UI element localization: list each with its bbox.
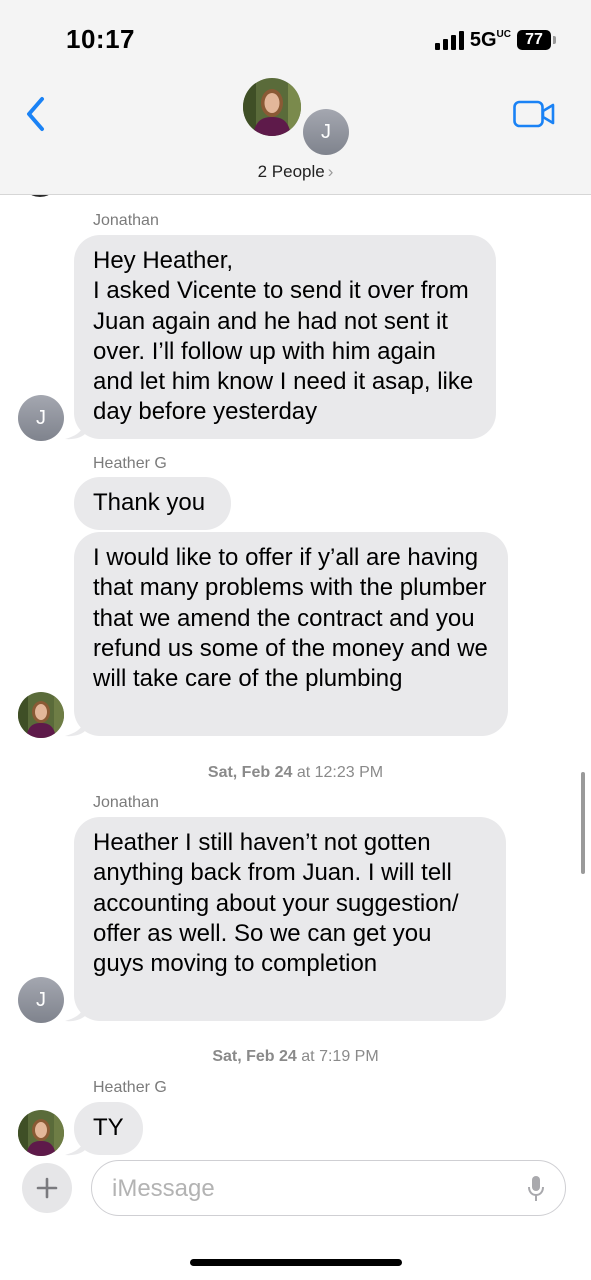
timestamp: Sat, Feb 24 at 7:19 PM — [0, 1048, 591, 1066]
message-bubble[interactable]: I would like to offer if y’all are havin… — [74, 532, 508, 736]
video-call-icon[interactable] — [513, 100, 555, 128]
timestamp-day: Sat, Feb 24 — [212, 1048, 297, 1065]
apps-plus-button[interactable] — [22, 1163, 72, 1213]
signal-icon — [434, 30, 464, 50]
avatar-heather[interactable] — [18, 692, 64, 738]
bubble-tail — [65, 1000, 87, 1022]
home-indicator — [190, 1259, 402, 1266]
avatar-heather[interactable] — [18, 1110, 64, 1156]
message-input[interactable] — [110, 1171, 514, 1207]
timestamp-day: Sat, Feb 24 — [207, 764, 293, 781]
plus-icon — [36, 1177, 58, 1199]
message-input-container — [91, 1160, 566, 1216]
heather-photo-icon — [18, 692, 64, 738]
group-avatar-heather[interactable] — [243, 78, 301, 136]
sender-name: Jonathan — [93, 794, 159, 811]
chevron-right-icon: › — [327, 162, 334, 181]
people-button[interactable]: 2 People › — [0, 162, 591, 182]
heather-photo-icon — [243, 78, 301, 136]
bubble-tail — [65, 715, 87, 737]
timestamp-time: at 7:19 PM — [301, 1048, 379, 1065]
sender-name: Jonathan — [93, 212, 159, 229]
status-icons: 5GUC 77 — [434, 27, 556, 53]
back-chevron-icon[interactable] — [22, 94, 48, 134]
microphone-icon[interactable] — [527, 1175, 545, 1203]
timestamp-time: at 12:23 PM — [296, 764, 384, 781]
avatar-jonathan[interactable]: J — [18, 395, 64, 441]
group-avatar-jonathan[interactable]: J — [303, 109, 349, 155]
conversation-header: 10:17 5GUC 77 J 2 People › — [0, 0, 591, 195]
battery-icon: 77 — [517, 30, 556, 50]
scrollbar[interactable] — [581, 772, 585, 874]
bubble-tail — [65, 418, 87, 440]
sender-name: Heather G — [93, 1079, 167, 1096]
message-bubble[interactable]: Heather I still haven’t not gotten anyth… — [74, 817, 506, 1021]
heather-photo-icon — [18, 1110, 64, 1156]
status-time: 10:17 — [66, 24, 135, 54]
message-bubble[interactable]: Thank you — [74, 477, 231, 530]
network-type: 5GUC — [469, 28, 511, 51]
people-label: 2 People — [257, 162, 325, 181]
bubble-tail — [65, 1134, 87, 1156]
sender-name: Heather G — [93, 455, 167, 472]
avatar-jonathan[interactable]: J — [18, 977, 64, 1023]
timestamp: Sat, Feb 24 at 12:23 PM — [0, 764, 591, 782]
message-bubble[interactable]: Hey Heather, I asked Vicente to send it … — [74, 235, 496, 439]
